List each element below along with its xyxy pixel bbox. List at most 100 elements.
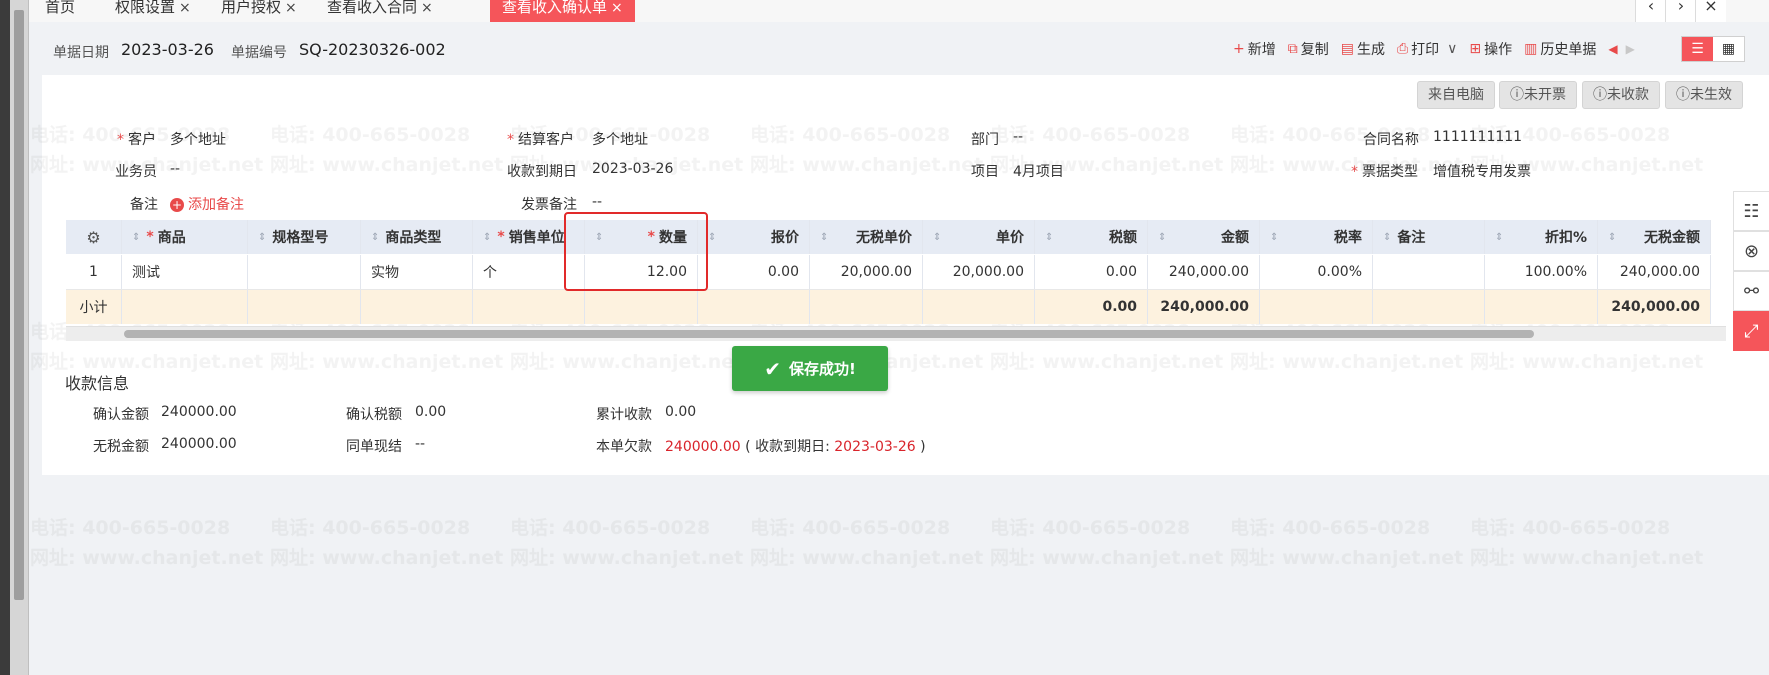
subtotal-cell — [361, 290, 473, 324]
settle-customer-value[interactable]: 多个地址 — [592, 129, 648, 149]
customer-value[interactable]: 多个地址 — [170, 129, 226, 149]
discount-cell[interactable]: 100.00% — [1485, 255, 1598, 289]
history-button[interactable]: ▥ 历史单据 — [1524, 39, 1596, 59]
new-button[interactable]: + 新增 — [1233, 39, 1276, 59]
tax-rate-cell[interactable]: 0.00% — [1260, 255, 1373, 289]
subtotal-amount: 240,000.00 — [1148, 290, 1260, 324]
print-button[interactable]: ⎙ 打印 ∨ — [1397, 39, 1457, 59]
watermark-text: 网址: www.chanjet.net — [510, 547, 744, 569]
check-icon: ✔ — [764, 356, 781, 381]
remark-cell[interactable] — [1373, 255, 1485, 289]
horizontal-scrollbar[interactable] — [66, 326, 1726, 341]
column-header[interactable]: ⇕ 商品类型 — [361, 220, 473, 254]
tab-bar: 首页 权限设置 × 用户授权 × 查看收入合同 × 查看收入确认单 × ‹ › × — [29, 0, 1769, 23]
copy-button[interactable]: ⧉ 复制 — [1288, 39, 1329, 59]
watermark-text: 电话: 400-665-0028 — [990, 517, 1191, 539]
column-header[interactable]: ⇕ 税额 — [1035, 220, 1148, 254]
owed-due-date: 2023-03-26 — [834, 439, 916, 455]
subtotal-cell — [585, 290, 698, 324]
tax-cell[interactable]: 0.00 — [1035, 255, 1148, 289]
same-settle-label: 同单现结 — [346, 439, 402, 455]
tab-view-income-contract[interactable]: 查看收入合同 × — [315, 0, 445, 22]
tab-scroll-left-icon[interactable]: ‹ — [1635, 0, 1666, 22]
spec-cell[interactable] — [248, 255, 361, 289]
card-view-icon[interactable]: ▦ — [1713, 37, 1744, 61]
column-header[interactable]: ⇕ 报价 — [698, 220, 810, 254]
due-date-value[interactable]: 2023-03-26 — [592, 161, 673, 177]
link-icon[interactable]: ⚯ — [1733, 271, 1769, 311]
subtotal-cell — [923, 290, 1035, 324]
status-source-badge: 来自电脑 — [1417, 81, 1495, 109]
amount-cell[interactable]: 240,000.00 — [1148, 255, 1260, 289]
tab-view-income-confirmation[interactable]: 查看收入确认单 × — [490, 0, 635, 22]
column-header[interactable]: ⇕ 无税金额 — [1598, 220, 1711, 254]
product-cell[interactable]: 测试 — [122, 255, 248, 289]
history-icon: ▥ — [1524, 41, 1538, 57]
department-value[interactable]: -- — [1013, 129, 1023, 145]
watermark-text: 电话: 400-665-0028 — [270, 517, 471, 539]
subtotal-label: 小计 — [66, 290, 122, 324]
invoice-remark-value[interactable]: -- — [592, 194, 602, 210]
doc-number-value: SQ-20230326-002 — [299, 40, 446, 59]
document-icon: ▤ — [1340, 41, 1354, 57]
same-settle-value: -- — [415, 436, 426, 452]
salesman-value[interactable]: -- — [170, 161, 180, 177]
salesman-label: 业务员 — [115, 164, 157, 180]
invoice-type-value[interactable]: 增值税专用发票 — [1433, 161, 1531, 181]
form-icon[interactable]: ☷ — [1733, 191, 1769, 231]
owed-note-close: ) — [920, 439, 926, 455]
watermark-text: 电话: 400-665-0028 — [1470, 517, 1671, 539]
notax-price-cell[interactable]: 20,000.00 — [810, 255, 923, 289]
due-date-label: 收款到期日 — [507, 164, 577, 180]
contract-name-label: 合同名称 — [1363, 132, 1419, 148]
close-icon[interactable]: × — [285, 0, 297, 16]
column-header[interactable]: ⇕ 金额 — [1148, 220, 1260, 254]
notax-amount-cell[interactable]: 240,000.00 — [1598, 255, 1711, 289]
tab-permission-settings[interactable]: 权限设置 × — [103, 0, 203, 22]
column-settings-icon[interactable]: ⚙ — [66, 220, 122, 254]
column-header[interactable]: ⇕ 单价 — [923, 220, 1035, 254]
scrollbar-thumb[interactable] — [124, 330, 1534, 338]
product-type-cell[interactable]: 实物 — [361, 255, 473, 289]
close-icon[interactable]: × — [179, 0, 191, 16]
owed-value-group: 240000.00 ( 收款到期日: 2023-03-26 ) — [665, 436, 926, 456]
notax-amount-value: 240000.00 — [161, 436, 237, 452]
contract-name-value[interactable]: 1111111111 — [1433, 129, 1522, 145]
subtotal-notax-amount: 240,000.00 — [1598, 290, 1711, 324]
watermark-text: 网址: www.chanjet.net — [270, 547, 504, 569]
column-header[interactable]: ⇕ 备注 — [1373, 220, 1485, 254]
add-remark-link[interactable]: + 添加备注 — [170, 194, 244, 214]
quote-cell[interactable]: 0.00 — [698, 255, 810, 289]
operation-button[interactable]: ⊞ 操作 — [1469, 39, 1512, 59]
total-collected-label: 累计收款 — [596, 407, 652, 423]
price-cell[interactable]: 20,000.00 — [923, 255, 1035, 289]
tab-home[interactable]: 首页 — [33, 0, 87, 22]
column-header[interactable]: ⇕ 无税单价 — [810, 220, 923, 254]
tab-user-authorization[interactable]: 用户授权 × — [209, 0, 309, 22]
close-icon[interactable]: × — [611, 0, 623, 16]
prev-record-icon[interactable]: ◀ — [1608, 42, 1617, 56]
sort-icon: ⇕ — [132, 231, 141, 243]
sort-icon: ⇕ — [1495, 231, 1504, 243]
expand-icon[interactable]: ⤢ — [1733, 311, 1769, 351]
chevron-down-icon[interactable]: ∨ — [1447, 41, 1457, 57]
close-icon[interactable]: × — [421, 0, 433, 16]
close-all-tabs-icon[interactable]: × — [1695, 0, 1726, 22]
column-header[interactable]: ⇕ 规格型号 — [248, 220, 361, 254]
tab-scroll-right-icon[interactable]: › — [1665, 0, 1696, 22]
vertical-scrollbar[interactable] — [10, 0, 29, 675]
audit-icon[interactable]: ⊗ — [1733, 231, 1769, 271]
column-header[interactable]: ⇕ * 商品 — [122, 220, 248, 254]
column-header[interactable]: ⇕ 税率 — [1260, 220, 1373, 254]
scrollbar-thumb[interactable] — [14, 10, 24, 600]
list-view-icon[interactable]: ☰ — [1682, 37, 1713, 61]
column-header[interactable]: ⇕ 折扣% — [1485, 220, 1598, 254]
project-value[interactable]: 4月项目 — [1013, 161, 1064, 181]
next-record-icon[interactable]: ▶ — [1626, 42, 1635, 56]
watermark-text: 网址: www.chanjet.net — [30, 547, 264, 569]
window-edge — [0, 0, 10, 675]
sort-icon: ⇕ — [1158, 231, 1167, 243]
subtotal-cell — [248, 290, 361, 324]
confirm-tax-label: 确认税额 — [346, 407, 402, 423]
generate-button[interactable]: ▤ 生成 — [1341, 39, 1385, 59]
